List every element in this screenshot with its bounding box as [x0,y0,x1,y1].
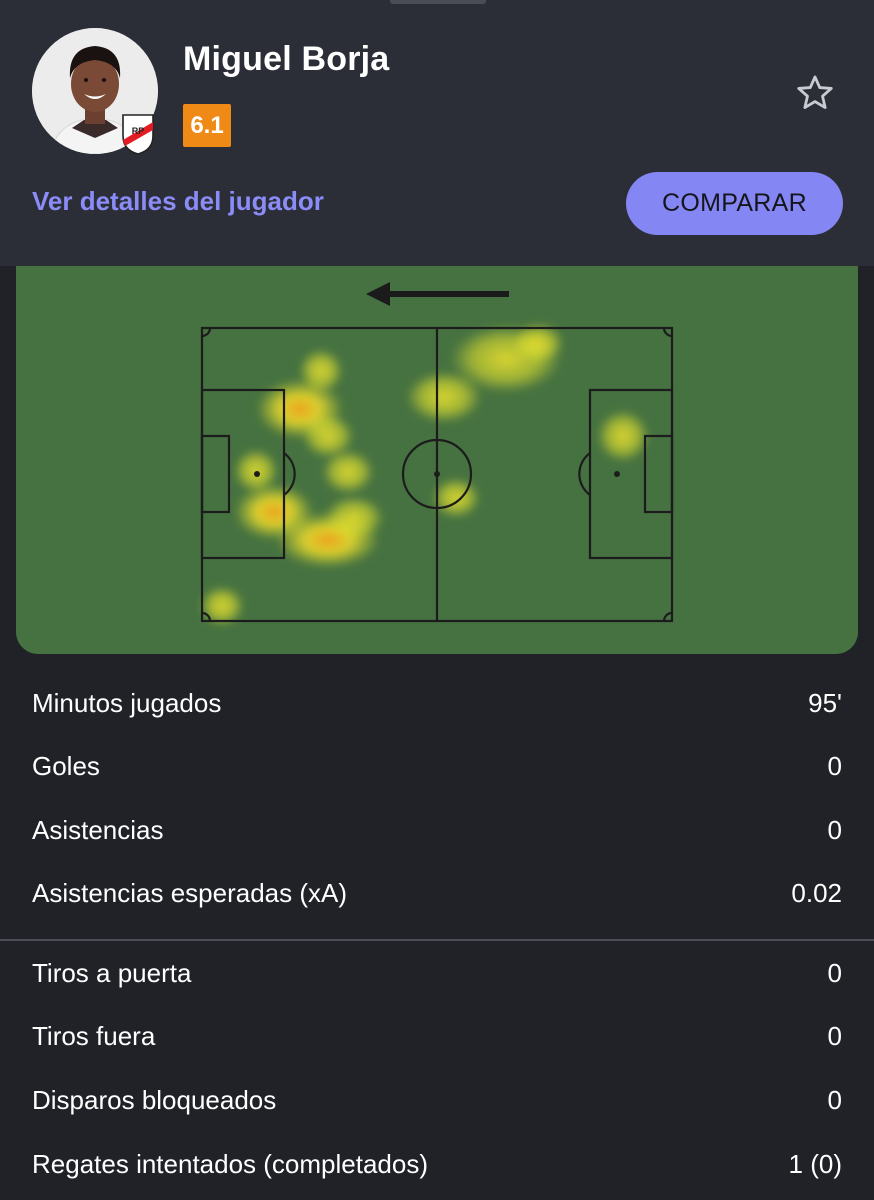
stat-label: Disparos bloqueados [32,1084,277,1115]
stat-row-goals: Goles 0 [32,746,842,786]
heatmap-intensity [200,323,649,626]
star-icon[interactable] [794,72,836,114]
player-header: RP Miguel Borja 6.1 Ver detalles del jug… [0,0,874,266]
player-name: Miguel Borja [183,40,390,78]
stat-value: 0.02 [791,877,842,908]
stat-value: 0 [827,814,842,845]
stat-row-shots-on-target: Tiros a puerta 0 [32,953,842,993]
stat-value: 0 [827,1084,842,1115]
stat-row-blocked-shots: Disparos bloqueados 0 [32,1080,842,1120]
stat-row-shots-off-target: Tiros fuera 0 [32,1016,842,1056]
compare-button[interactable]: COMPARAR [626,172,843,235]
stat-value: 1 (0) [788,1148,842,1179]
stat-value: 0 [827,957,842,988]
stats-divider [0,939,874,941]
rating-badge: 6.1 [183,104,231,147]
drag-handle[interactable] [390,0,486,4]
stat-label: Asistencias esperadas (xA) [32,877,348,908]
heatmap-pitch [200,282,674,626]
stat-value: 0 [827,750,842,781]
stat-row-minutes: Minutos jugados 95' [32,683,842,723]
stat-label: Tiros fuera [32,1020,156,1051]
stat-row-expected-assists: Asistencias esperadas (xA) 0.02 [32,873,842,913]
heatmap-card [16,266,858,654]
stat-value: 95' [808,687,842,718]
player-details-link[interactable]: Ver detalles del jugador [32,186,324,217]
stat-label: Regates intentados (completados) [32,1148,429,1179]
stat-label: Tiros a puerta [32,957,192,988]
stat-label: Asistencias [32,814,164,845]
stat-row-assists: Asistencias 0 [32,810,842,850]
stat-value: 0 [827,1020,842,1051]
stat-label: Minutos jugados [32,687,222,718]
stat-label: Goles [32,750,100,781]
svg-text:RP: RP [132,126,145,136]
club-badge-icon: RP [122,114,154,155]
attack-direction-arrow [366,282,509,306]
stat-row-dribbles: Regates intentados (completados) 1 (0) [32,1144,842,1184]
